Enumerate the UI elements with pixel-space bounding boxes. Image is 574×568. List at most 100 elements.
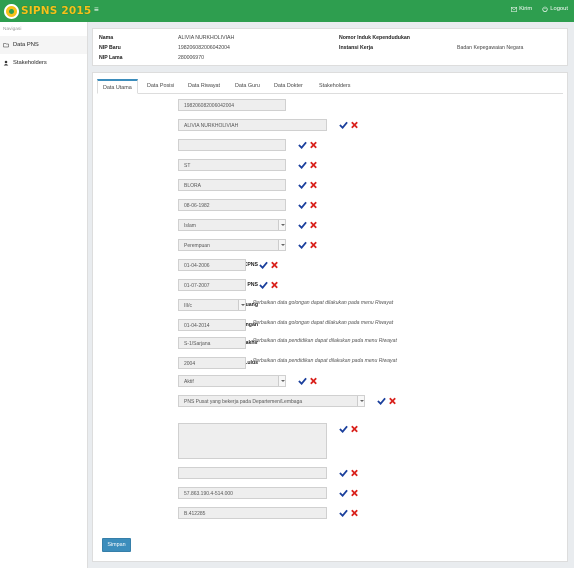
- nik-actions: [339, 469, 359, 477]
- kartu-pegawai-input[interactable]: B.412285: [178, 507, 327, 519]
- gelar-depan-input[interactable]: [178, 139, 286, 151]
- cross-icon[interactable]: [309, 221, 318, 229]
- sidebar: Navigasi Data PNS Stakeholders: [0, 22, 88, 568]
- tab-data-guru[interactable]: Data Guru: [230, 79, 265, 94]
- golongan-ruang-select[interactable]: III/c: [178, 299, 246, 311]
- save-button[interactable]: Simpan: [102, 538, 131, 552]
- nik-input[interactable]: [178, 467, 327, 479]
- agama-select[interactable]: Islam: [178, 219, 286, 231]
- tmt-pns-actions: [259, 281, 279, 289]
- check-icon[interactable]: [339, 121, 348, 129]
- gelar-belakang-input[interactable]: ST: [178, 159, 286, 171]
- cross-icon[interactable]: [350, 469, 359, 477]
- cross-icon[interactable]: [309, 201, 318, 209]
- menu-toggle-icon[interactable]: ≡: [94, 6, 99, 14]
- tempat-lahir-input[interactable]: BLORA: [178, 179, 286, 191]
- npwp-actions: [339, 489, 359, 497]
- form-row-pendidikan-terakhir: Pendidikan TerakhirS-1/SarjanaPerbaikan …: [93, 337, 569, 349]
- tab-data-riwayat[interactable]: Data Riwayat: [183, 79, 225, 94]
- form-row-agama: AgamaIslam: [93, 219, 569, 231]
- logout-link[interactable]: Logout: [542, 6, 568, 12]
- check-icon[interactable]: [298, 241, 307, 249]
- chevron-down-icon: [278, 376, 285, 386]
- check-icon[interactable]: [339, 425, 348, 433]
- tmt-golongan-note: Perbaikan data golongan dapat dilakukan …: [253, 320, 394, 326]
- form-row-tanggal-lahir: Tanggal Lahir08-06-1982: [93, 199, 569, 211]
- cross-icon[interactable]: [350, 425, 359, 433]
- form-row-gelar-belakang: Gelar BelakangST: [93, 159, 569, 171]
- kirim-label: Kirim: [519, 6, 533, 12]
- user-icon: [3, 60, 9, 66]
- nama-value: ALIVIA NURKHOLIVIAH: [178, 35, 235, 41]
- nip-baru-input[interactable]: 198206082006042004: [178, 99, 286, 111]
- check-icon[interactable]: [298, 181, 307, 189]
- tmt-pns-input[interactable]: 01-07-2007: [178, 279, 246, 291]
- tanggal-lahir-actions: [298, 201, 318, 209]
- kirim-link[interactable]: Kirim: [511, 6, 532, 12]
- power-icon: [542, 6, 548, 12]
- check-icon[interactable]: [259, 261, 268, 269]
- jenis-pegawai-select[interactable]: PNS Pusat yang bekerja pada Departemen/L…: [178, 395, 365, 407]
- pendidikan-terakhir-input[interactable]: S-1/Sarjana: [178, 337, 246, 349]
- tab-data-dokter[interactable]: Data Dokter: [269, 79, 308, 94]
- nama-db-bkn-actions: [339, 121, 359, 129]
- top-navbar: SIPNS 2015 ≡ Kirim Logout: [0, 0, 574, 22]
- check-icon[interactable]: [339, 489, 348, 497]
- instansi-label: Instansi Kerja: [339, 45, 374, 51]
- form-row-jenis-pegawai: Jenis PegawaiPNS Pusat yang bekerja pada…: [93, 395, 569, 407]
- check-icon[interactable]: [259, 281, 268, 289]
- chevron-down-icon: [278, 220, 285, 230]
- jenis-pegawai-actions: [377, 397, 397, 405]
- check-icon[interactable]: [298, 141, 307, 149]
- cross-icon[interactable]: [309, 141, 318, 149]
- check-icon[interactable]: [298, 377, 307, 385]
- tempat-lahir-actions: [298, 181, 318, 189]
- tmt-cpns-input[interactable]: 01-04-2006: [178, 259, 246, 271]
- cross-icon[interactable]: [309, 161, 318, 169]
- cross-icon[interactable]: [350, 489, 359, 497]
- golongan-ruang-note: Perbaikan data golongan dapat dilakukan …: [253, 300, 394, 306]
- cross-icon[interactable]: [309, 181, 318, 189]
- sidebar-item-stakeholders[interactable]: Stakeholders: [0, 54, 87, 72]
- form-row-nama-db-bkn: Nama (DB BKN)ALIVIA NURKHOLIVIAH: [93, 119, 569, 131]
- cross-icon[interactable]: [388, 397, 397, 405]
- sidebar-item-data-pns[interactable]: Data PNS: [0, 36, 87, 54]
- check-icon[interactable]: [298, 221, 307, 229]
- alamat-textarea[interactable]: [178, 423, 327, 459]
- check-icon[interactable]: [298, 161, 307, 169]
- nama-db-bkn-input[interactable]: ALIVIA NURKHOLIVIAH: [178, 119, 327, 131]
- cross-icon[interactable]: [309, 377, 318, 385]
- cross-icon[interactable]: [270, 281, 279, 289]
- folder-icon: [3, 43, 9, 48]
- check-icon[interactable]: [377, 397, 386, 405]
- tab-stakeholders[interactable]: Stakeholders: [314, 79, 355, 94]
- tab-data-utama[interactable]: Data Utama: [97, 79, 138, 94]
- tmt-cpns-actions: [259, 261, 279, 269]
- cross-icon[interactable]: [350, 509, 359, 517]
- sidebar-heading: Navigasi: [3, 27, 22, 32]
- npwp-input[interactable]: 57.863.190.4-514.000: [178, 487, 327, 499]
- tab-data-posisi[interactable]: Data Posisi: [142, 79, 179, 94]
- chevron-down-icon: [278, 240, 285, 250]
- form-row-npwp: Npwp57.863.190.4-514.000: [93, 487, 569, 499]
- nip-baru-value: 198206082006042004: [178, 45, 230, 51]
- check-icon[interactable]: [339, 509, 348, 517]
- form-row-alamat: Alamat: [93, 423, 569, 459]
- app-logo[interactable]: SIPNS 2015: [4, 3, 91, 19]
- cross-icon[interactable]: [270, 261, 279, 269]
- form-row-tmt-golongan: TMT Golongan01-04-2014Perbaikan data gol…: [93, 319, 569, 331]
- form-row-kedudukan-hukum: Kedudukan HukumAktif: [93, 375, 569, 387]
- cross-icon[interactable]: [350, 121, 359, 129]
- tmt-golongan-input[interactable]: 01-04-2014: [178, 319, 246, 331]
- form-row-tmt-cpns: TMT CPNS01-04-2006: [93, 259, 569, 271]
- logo-text: SIPNS 2015: [21, 5, 92, 17]
- check-icon[interactable]: [298, 201, 307, 209]
- cross-icon[interactable]: [309, 241, 318, 249]
- gelar-depan-actions: [298, 141, 318, 149]
- kedudukan-hukum-select[interactable]: Aktif: [178, 375, 286, 387]
- jenis-kelamin-select[interactable]: Perempuan: [178, 239, 286, 251]
- nip-lama-label: NIP Lama: [99, 55, 123, 61]
- tahun-lulus-input[interactable]: 2004: [178, 357, 246, 369]
- check-icon[interactable]: [339, 469, 348, 477]
- tanggal-lahir-input[interactable]: 08-06-1982: [178, 199, 286, 211]
